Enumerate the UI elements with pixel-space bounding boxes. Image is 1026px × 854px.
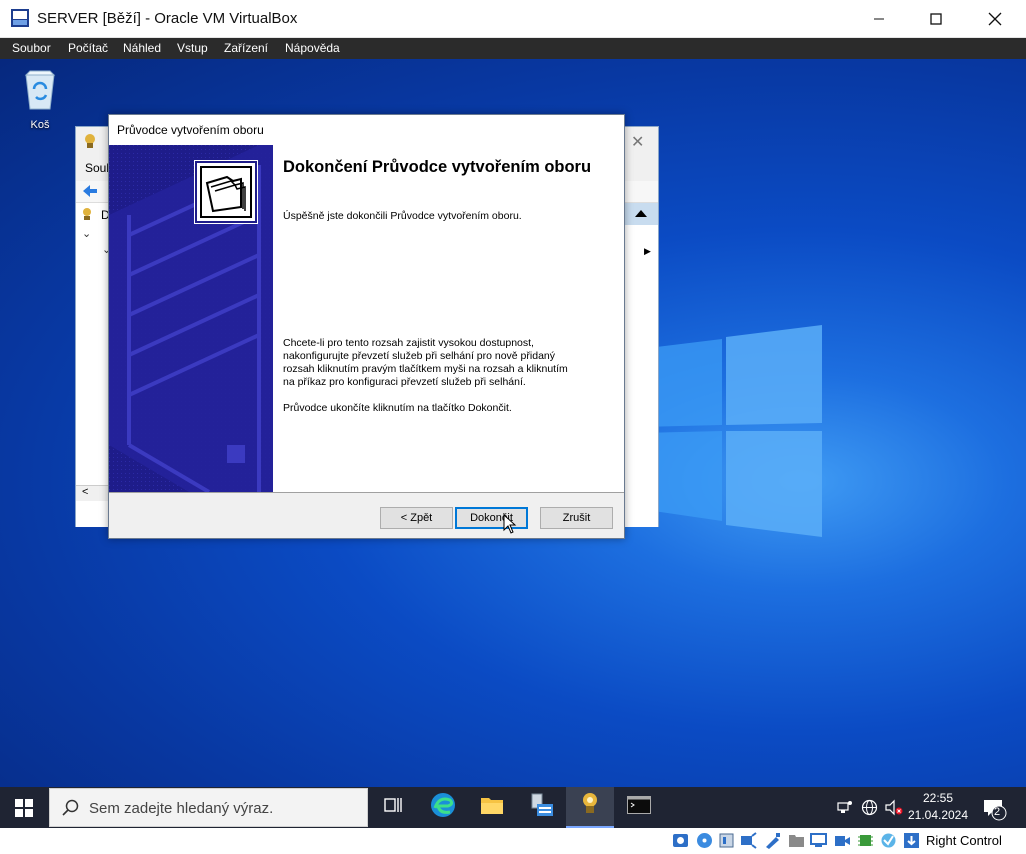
edge-taskbar-button[interactable] bbox=[419, 787, 467, 828]
cmd-taskbar-button[interactable] bbox=[615, 787, 663, 828]
network-adapter-icon[interactable] bbox=[740, 832, 757, 849]
cpu-virtualization-icon[interactable] bbox=[857, 832, 874, 849]
menu-nahled[interactable]: Náhled bbox=[123, 41, 161, 55]
virtualbox-titlebar: SERVER [Běží] - Oracle VM VirtualBox bbox=[0, 0, 1026, 38]
window-title: SERVER [Běží] - Oracle VM VirtualBox bbox=[37, 10, 298, 27]
virtualbox-icon bbox=[10, 8, 30, 28]
search-icon bbox=[62, 799, 80, 822]
server-manager-icon bbox=[528, 792, 554, 823]
clock-date: 21.04.2024 bbox=[907, 808, 969, 822]
scope-wizard-dialog[interactable]: Průvodce vytvořením oboru Dokončení Prův… bbox=[108, 114, 625, 539]
file-explorer-taskbar-button[interactable] bbox=[468, 787, 516, 828]
notification-count: 2 bbox=[994, 806, 1001, 818]
wizard-banner bbox=[109, 145, 273, 492]
menu-napoveda[interactable]: Nápověda bbox=[285, 41, 340, 55]
wizard-success-text: Úspěšně jste dokončili Průvodce vytvořen… bbox=[283, 210, 522, 222]
hard-disk-icon[interactable] bbox=[672, 832, 689, 849]
network-icon[interactable] bbox=[837, 799, 853, 820]
menu-bar: Soubor Počítač Náhled Vstup Zařízení Náp… bbox=[0, 38, 1026, 59]
bg-close-icon[interactable]: ✕ bbox=[631, 132, 644, 152]
display-icon[interactable] bbox=[810, 832, 827, 849]
task-view-button[interactable] bbox=[369, 787, 417, 828]
edge-icon bbox=[430, 792, 456, 823]
wizard-title: Průvodce vytvořením oboru bbox=[109, 115, 624, 145]
windows-start-icon bbox=[15, 798, 33, 817]
shared-folders-icon[interactable] bbox=[788, 832, 805, 849]
back-button[interactable]: < Zpět bbox=[380, 507, 453, 529]
tree-expand-icon[interactable]: ⌄ bbox=[82, 227, 91, 240]
guest-desktop[interactable]: Koš ✕ Soub D ⌄ ⌄ ▶ < Průvodce vytvořením… bbox=[0, 59, 1026, 787]
optical-drive-icon[interactable] bbox=[696, 832, 713, 849]
virtualbox-statusbar: Right Control bbox=[0, 828, 1026, 853]
guest-taskbar: Sem zadejte hledaný výraz. 22:55 21.04.2… bbox=[0, 787, 1026, 828]
recycle-bin-shortcut[interactable]: Koš bbox=[12, 67, 68, 131]
menu-zarizeni[interactable]: Zařízení bbox=[224, 41, 268, 55]
recycle-bin-icon bbox=[20, 70, 60, 115]
volume-muted-icon[interactable] bbox=[885, 799, 903, 821]
close-button[interactable] bbox=[966, 0, 1024, 38]
cmd-icon bbox=[627, 796, 651, 819]
back-arrow-icon[interactable] bbox=[82, 184, 98, 203]
maximize-button[interactable] bbox=[907, 0, 965, 38]
audio-icon[interactable] bbox=[718, 832, 735, 849]
windows-logo-wallpaper bbox=[640, 325, 822, 537]
wizard-body: Dokončení Průvodce vytvořením oboru Úspě… bbox=[109, 145, 624, 492]
menu-soubor[interactable]: Soubor bbox=[12, 41, 51, 55]
mouse-integration-icon[interactable] bbox=[903, 832, 920, 849]
clock-time: 22:55 bbox=[922, 791, 954, 805]
taskbar-search-box[interactable]: Sem zadejte hledaný výraz. bbox=[49, 788, 368, 827]
dhcp-icon bbox=[82, 133, 98, 154]
wizard-separator bbox=[109, 492, 624, 493]
minimize-button[interactable] bbox=[850, 0, 908, 38]
server-manager-taskbar-button[interactable] bbox=[517, 787, 565, 828]
scroll-left-icon[interactable]: < bbox=[82, 486, 88, 498]
host-key-label: Right Control bbox=[926, 833, 1002, 848]
wizard-finish-hint: Průvodce ukončíte kliknutím na tlačítko … bbox=[283, 402, 512, 414]
folder-stack-icon bbox=[195, 161, 257, 223]
search-placeholder: Sem zadejte hledaný výraz. bbox=[89, 800, 274, 817]
expand-right-icon[interactable]: ▶ bbox=[644, 246, 651, 257]
menu-pocitac[interactable]: Počítač bbox=[68, 41, 108, 55]
dhcp-taskbar-button[interactable] bbox=[566, 787, 614, 828]
dhcp-tree-icon bbox=[80, 207, 94, 226]
dhcp-icon bbox=[577, 791, 603, 822]
recycle-bin-label: Koš bbox=[30, 119, 50, 131]
menu-vstup[interactable]: Vstup bbox=[177, 41, 208, 55]
task-view-icon bbox=[383, 796, 403, 819]
finish-button[interactable]: Dokončit bbox=[455, 507, 528, 529]
language-globe-icon[interactable] bbox=[861, 799, 878, 821]
cancel-button[interactable]: Zrušit bbox=[540, 507, 613, 529]
file-explorer-icon bbox=[480, 795, 504, 820]
recording-icon[interactable] bbox=[834, 832, 851, 849]
scroll-up-button[interactable] bbox=[625, 203, 658, 225]
wizard-heading: Dokončení Průvodce vytvořením oboru bbox=[283, 158, 592, 176]
wizard-failover-text: Chcete-li pro tento rozsah zajistit vyso… bbox=[283, 337, 568, 388]
mouse-cursor-icon bbox=[503, 513, 517, 539]
taskbar-clock[interactable]: 22:55 21.04.2024 bbox=[903, 790, 973, 824]
usb-icon[interactable] bbox=[764, 832, 781, 849]
start-button[interactable] bbox=[0, 787, 48, 828]
guest-additions-icon[interactable] bbox=[880, 832, 897, 849]
